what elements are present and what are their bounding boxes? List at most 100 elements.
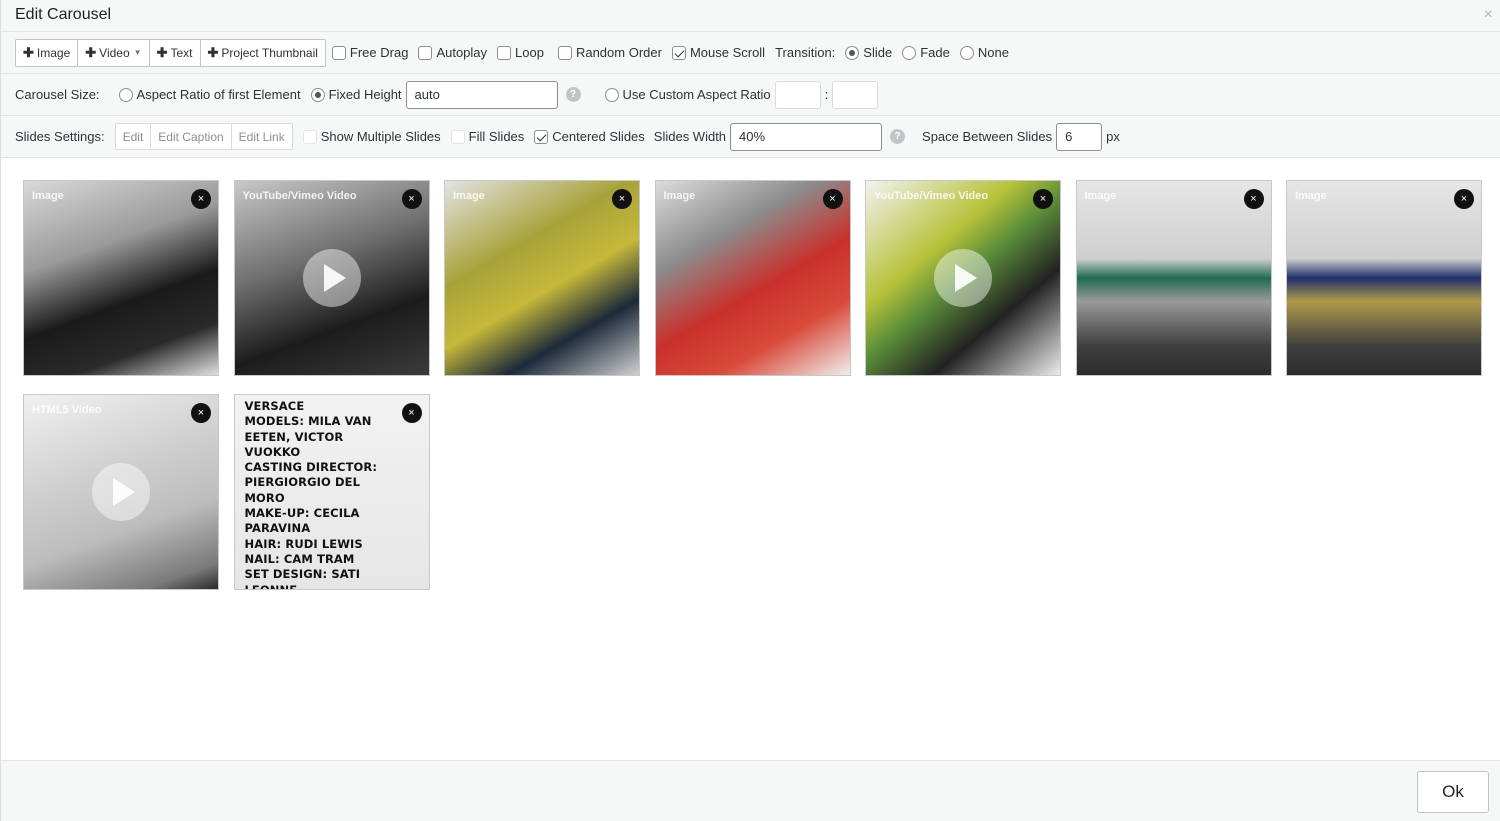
fill-slides-option[interactable]: Fill Slides <box>450 129 525 144</box>
slide-tile[interactable]: Image × <box>1075 180 1272 376</box>
plus-icon: ✚ <box>85 44 97 60</box>
remove-slide-close-icon[interactable]: × <box>401 403 422 423</box>
remove-slide-close-icon[interactable]: × <box>612 189 632 209</box>
remove-slide-close-icon[interactable]: × <box>1454 189 1474 209</box>
transition-slide-label: Slide <box>863 45 893 60</box>
add-video-button[interactable]: ✚ Video ▼ <box>78 39 150 66</box>
carousel-size-row: Carousel Size: Aspect Ratio of first Ele… <box>1 74 1500 116</box>
fixed-height-radio[interactable] <box>310 87 325 102</box>
remove-slide-close-icon[interactable]: × <box>191 403 211 423</box>
chevron-down-icon: ▼ <box>133 48 142 57</box>
fixed-height-label: Fixed Height <box>328 87 402 102</box>
ratio-height-input[interactable] <box>832 80 879 109</box>
transition-none-option[interactable]: None <box>959 45 1009 60</box>
slide-tile[interactable]: Image × <box>23 180 219 376</box>
centered-slides-checkbox[interactable] <box>534 129 549 144</box>
space-between-input[interactable] <box>1056 122 1103 151</box>
edit-link-button[interactable]: Edit Link <box>232 124 292 149</box>
slide-type-label: Image <box>663 190 696 202</box>
edit-caption-button[interactable]: Edit Caption <box>151 124 232 149</box>
edit-button[interactable]: Edit <box>116 124 152 149</box>
slide-tile[interactable]: YouTube/Vimeo Video × <box>865 180 1061 376</box>
ok-button[interactable]: Ok <box>1417 771 1489 813</box>
custom-ratio-label: Use Custom Aspect Ratio <box>622 87 771 102</box>
mouse-scroll-checkbox[interactable] <box>671 45 686 60</box>
slide-tile[interactable]: YouTube/Vimeo Video × <box>233 180 430 376</box>
slides-width-label: Slides Width <box>653 129 727 144</box>
transition-fade-label: Fade <box>920 45 950 60</box>
slide-tile[interactable]: VERSACE MODELS: MILA VAN EETEN, VICTOR VU… <box>233 394 430 590</box>
slide-tile[interactable]: Image × <box>444 180 640 376</box>
autoplay-checkbox[interactable] <box>418 45 433 60</box>
free-drag-label: Free Drag <box>349 45 409 60</box>
transition-fade-option[interactable]: Fade <box>902 45 950 60</box>
transition-slide-radio[interactable] <box>845 45 860 60</box>
free-drag-option[interactable]: Free Drag <box>331 45 409 60</box>
ratio-separator: : <box>824 87 829 102</box>
help-icon[interactable]: ? <box>890 129 906 144</box>
close-icon[interactable]: × <box>1484 6 1493 24</box>
transition-none-radio[interactable] <box>959 45 974 60</box>
slide-type-label: Image <box>1295 190 1327 202</box>
space-between-label: Space Between Slides <box>922 129 1053 144</box>
remove-slide-close-icon[interactable]: × <box>191 189 211 209</box>
show-multiple-option[interactable]: Show Multiple Slides <box>302 129 441 144</box>
dialog-footer: Ok <box>1 760 1500 821</box>
ratio-width-input[interactable] <box>774 80 821 109</box>
fixed-height-input[interactable] <box>405 80 558 109</box>
transition-none-label: None <box>977 45 1009 60</box>
random-order-checkbox[interactable] <box>557 45 572 60</box>
centered-slides-option[interactable]: Centered Slides <box>534 129 645 144</box>
slides-width-input[interactable] <box>730 122 883 151</box>
dialog-titlebar: Edit Carousel × <box>1 0 1500 32</box>
remove-slide-close-icon[interactable]: × <box>401 189 422 209</box>
fill-slides-label: Fill Slides <box>468 129 525 144</box>
autoplay-option[interactable]: Autoplay <box>418 45 487 60</box>
add-text-button[interactable]: ✚ Text <box>150 39 201 66</box>
aspect-first-radio[interactable] <box>118 87 133 102</box>
slide-text-line: CASTING DIRECTOR: PIERGIORGIO DEL MORO <box>244 460 378 505</box>
remove-slide-close-icon[interactable]: × <box>822 189 843 209</box>
custom-ratio-option[interactable]: Use Custom Aspect Ratio <box>604 87 771 102</box>
add-image-button[interactable]: ✚ Image <box>16 39 79 66</box>
slide-type-label: YouTube/Vimeo Video <box>874 190 989 202</box>
loop-checkbox[interactable] <box>497 45 512 60</box>
add-slide-buttons: ✚ Image ✚ Video ▼ ✚ Text ✚ Project Thumb… <box>15 38 326 67</box>
add-project-thumbnail-button[interactable]: ✚ Project Thumbnail <box>201 40 325 66</box>
transition-fade-radio[interactable] <box>902 45 917 60</box>
help-icon[interactable]: ? <box>565 87 581 102</box>
slides-settings-row: Slides Settings: Edit Edit Caption Edit … <box>1 116 1500 158</box>
play-icon <box>302 249 361 307</box>
play-icon <box>92 463 150 521</box>
slide-tile[interactable]: Image × <box>654 180 851 376</box>
mouse-scroll-option[interactable]: Mouse Scroll <box>671 45 766 60</box>
play-icon <box>934 249 992 307</box>
slides-settings-label: Slides Settings: <box>15 129 105 144</box>
slides-grid: Image × YouTube/Vimeo Video × Image × Image × Yo… <box>23 180 1483 600</box>
aspect-first-option[interactable]: Aspect Ratio of first Element <box>118 87 301 102</box>
add-video-label: Video <box>99 45 130 60</box>
add-text-label: Text <box>170 45 193 60</box>
plus-icon: ✚ <box>207 44 219 60</box>
fixed-height-option[interactable]: Fixed Height <box>310 87 402 102</box>
custom-ratio-radio[interactable] <box>604 87 619 102</box>
slide-tile[interactable]: HTML5 Video × <box>23 394 219 590</box>
mouse-scroll-label: Mouse Scroll <box>689 45 766 60</box>
transition-slide-option[interactable]: Slide <box>845 45 892 60</box>
remove-slide-close-icon[interactable]: × <box>1243 189 1264 209</box>
plus-icon: ✚ <box>156 44 168 60</box>
slide-text-line: SET DESIGN: SATI LEONNE <box>244 567 361 590</box>
edit-carousel-dialog: Edit Carousel × ✚ Image ✚ Video ▼ ✚ Text… <box>0 0 1500 821</box>
fill-slides-checkbox[interactable] <box>450 129 465 144</box>
slide-text-line: MODELS: MILA VAN EETEN, VICTOR VUOKKO <box>244 414 372 459</box>
free-drag-checkbox[interactable] <box>331 45 346 60</box>
show-multiple-label: Show Multiple Slides <box>320 129 441 144</box>
slide-type-label: YouTube/Vimeo Video <box>242 190 357 202</box>
slide-tile[interactable]: Image × <box>1286 180 1482 376</box>
random-order-option[interactable]: Random Order <box>557 45 662 60</box>
show-multiple-checkbox[interactable] <box>302 129 317 144</box>
toolbar-row: ✚ Image ✚ Video ▼ ✚ Text ✚ Project Thumb… <box>1 32 1500 74</box>
remove-slide-close-icon[interactable]: × <box>1033 189 1053 209</box>
dialog-title: Edit Carousel <box>15 6 112 23</box>
loop-option[interactable]: Loop <box>497 45 544 60</box>
